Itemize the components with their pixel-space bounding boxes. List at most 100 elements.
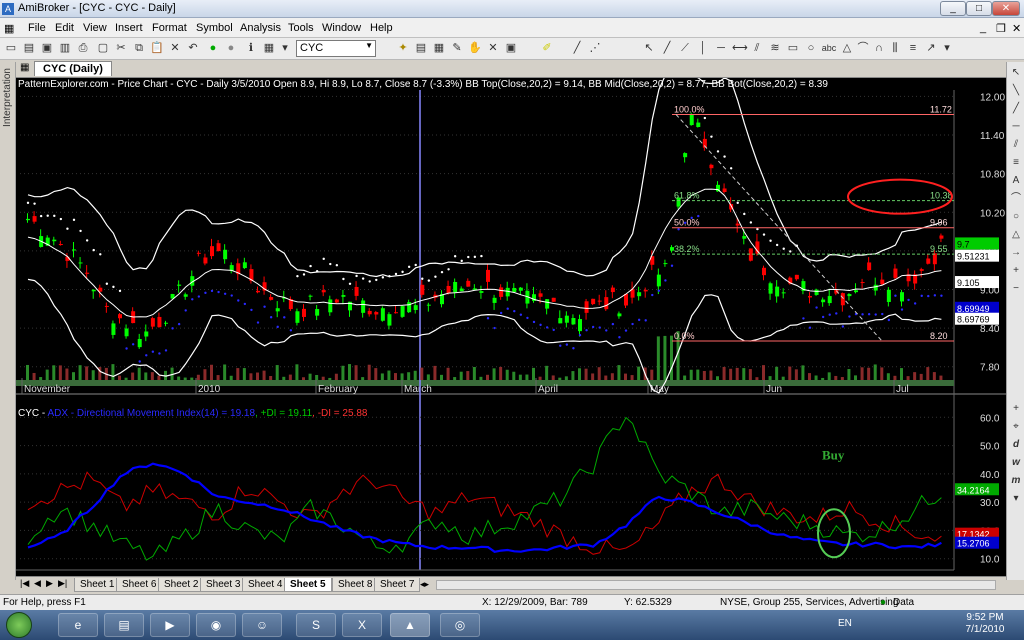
cursor-icon[interactable]: ↖: [1009, 66, 1023, 80]
zoom-out-icon[interactable]: −: [1009, 282, 1023, 296]
more-icon[interactable]: ▾: [1009, 492, 1023, 506]
ray-icon[interactable]: ⟋: [678, 41, 692, 55]
minimize-button[interactable]: _: [940, 1, 966, 16]
menu-symbol[interactable]: Symbol: [196, 22, 233, 34]
fib-icon[interactable]: ≡: [906, 41, 920, 55]
more-tools-icon[interactable]: ▾: [940, 41, 954, 55]
circle-icon[interactable]: ○: [1009, 210, 1023, 224]
close-button[interactable]: ✕: [992, 1, 1020, 16]
arc-icon[interactable]: ⌒: [856, 41, 870, 55]
sheet-tab-8[interactable]: Sheet 8: [332, 578, 379, 592]
triangle-icon[interactable]: △: [1009, 228, 1023, 242]
mdi-restore-button[interactable]: ❐: [996, 22, 1006, 35]
clock[interactable]: 9:52 PM 7/1/2010: [950, 612, 1020, 636]
parallel-icon[interactable]: ≋: [768, 41, 782, 55]
taskbar-amibroker-icon[interactable]: ▲: [390, 613, 430, 637]
sheet-tab-7[interactable]: Sheet 7: [374, 578, 421, 592]
taskbar-ie-icon[interactable]: e: [58, 613, 98, 637]
sheet-nav-prev-icon[interactable]: ◀: [34, 578, 41, 589]
arrow-line-icon[interactable]: ⟷: [732, 41, 748, 55]
menu-view[interactable]: View: [83, 22, 107, 34]
copy-icon[interactable]: ⧉: [132, 41, 146, 55]
delete-icon[interactable]: ✕: [168, 41, 182, 55]
lock-icon[interactable]: ▦: [262, 41, 276, 55]
line-icon[interactable]: ╲: [1009, 84, 1023, 98]
sheet-tab-6[interactable]: Sheet 6: [116, 578, 163, 592]
save-all-icon[interactable]: ▥: [58, 41, 72, 55]
open-icon[interactable]: ▤: [22, 41, 36, 55]
menu-format[interactable]: Format: [152, 22, 187, 34]
menu-window[interactable]: Window: [322, 22, 361, 34]
sheet-scroll-icon[interactable]: ◂▸: [420, 579, 429, 590]
text-tool-icon[interactable]: abc: [820, 41, 838, 55]
price-and-adx-chart[interactable]: 12.0011.4010.8010.209.609.008.407.80Nove…: [16, 78, 1006, 576]
menu-tools[interactable]: Tools: [288, 22, 314, 34]
interpretation-side-tab[interactable]: Interpretation: [0, 62, 16, 580]
back-icon[interactable]: ●: [224, 41, 238, 55]
sheet-tab-4[interactable]: Sheet 4: [242, 578, 289, 592]
mdi-close-button[interactable]: ✕: [1012, 22, 1021, 35]
maximize-button[interactable]: □: [966, 1, 992, 16]
sheet-nav-last-icon[interactable]: ▶|: [58, 578, 67, 589]
zoom-in-icon[interactable]: +: [1009, 264, 1023, 278]
horizontal-scrollbar[interactable]: [436, 580, 996, 590]
triangle-icon[interactable]: △: [840, 41, 854, 55]
sheet-tab-2[interactable]: Sheet 2: [158, 578, 205, 592]
new-icon[interactable]: ▭: [4, 41, 18, 55]
horizontal-line-icon[interactable]: ─: [714, 41, 728, 55]
weekly-icon[interactable]: w: [1009, 456, 1023, 470]
menu-analysis[interactable]: Analysis: [240, 22, 281, 34]
tab-cyc-daily[interactable]: CYC (Daily): [34, 61, 112, 76]
sheet-nav-first-icon[interactable]: |◀: [20, 578, 29, 589]
fib-icon[interactable]: ≡: [1009, 156, 1023, 170]
chart-area[interactable]: 12.0011.4010.8010.209.609.008.407.80Nove…: [16, 78, 1006, 576]
start-button[interactable]: [6, 612, 32, 638]
pen-icon[interactable]: ╱: [570, 41, 584, 55]
sheet-tab-3[interactable]: Sheet 3: [200, 578, 247, 592]
menu-insert[interactable]: Insert: [115, 22, 143, 34]
ellipse-icon[interactable]: ○: [804, 41, 818, 55]
analysis-icon[interactable]: ▤: [414, 41, 428, 55]
cycle-icon[interactable]: ∩: [872, 41, 886, 55]
horizontal-line-icon[interactable]: ─: [1009, 120, 1023, 134]
menu-help[interactable]: Help: [370, 22, 393, 34]
info-icon[interactable]: ℹ: [244, 41, 258, 55]
ray-icon[interactable]: ╱: [1009, 102, 1023, 116]
symbol-combobox[interactable]: CYC ▼: [296, 40, 376, 57]
print-icon[interactable]: ⎙: [76, 41, 90, 55]
trendline-icon[interactable]: ╱: [660, 41, 674, 55]
highlighter-icon[interactable]: ✐: [540, 41, 554, 55]
fib-timezone-icon[interactable]: ⫼: [888, 41, 902, 55]
taskbar-explorer-icon[interactable]: ▤: [104, 613, 144, 637]
save-icon[interactable]: ▣: [40, 41, 54, 55]
cut-icon[interactable]: ✂: [114, 41, 128, 55]
menu-file[interactable]: File: [28, 22, 46, 34]
menu-edit[interactable]: Edit: [55, 22, 74, 34]
forward-icon[interactable]: ●: [206, 41, 220, 55]
tools-icon[interactable]: ✕: [486, 41, 500, 55]
channel-icon[interactable]: ⫽: [750, 41, 764, 55]
taskbar-firefox-icon[interactable]: ◉: [196, 613, 236, 637]
chart-tool-icon[interactable]: ✦: [396, 41, 410, 55]
arrow-icon[interactable]: →: [1009, 246, 1023, 260]
snap-icon[interactable]: ⌖: [1009, 420, 1023, 434]
dashed-line-icon[interactable]: ⋰: [588, 41, 602, 55]
grid-icon[interactable]: ▦: [432, 41, 446, 55]
taskbar-skype-icon[interactable]: S: [296, 613, 336, 637]
script-icon[interactable]: ✎: [450, 41, 464, 55]
preview-icon[interactable]: ▢: [96, 41, 110, 55]
sheet-tab-1[interactable]: Sheet 1: [74, 578, 121, 592]
select-arrow-icon[interactable]: ↖: [642, 41, 656, 55]
taskbar-excel-icon[interactable]: X: [342, 613, 382, 637]
monthly-icon[interactable]: m: [1009, 474, 1023, 488]
paste-icon[interactable]: 📋: [150, 41, 164, 55]
dropdown-arrow-icon[interactable]: ▾: [278, 41, 292, 55]
sheet-tab-5[interactable]: Sheet 5: [284, 578, 332, 592]
taskbar-media-icon[interactable]: ▶: [150, 613, 190, 637]
hand-icon[interactable]: ✋: [468, 41, 482, 55]
arrow-icon[interactable]: ↗: [924, 41, 938, 55]
sheet-nav-next-icon[interactable]: ▶: [46, 578, 53, 589]
taskbar-messenger-icon[interactable]: ☺: [242, 613, 282, 637]
channel-icon[interactable]: ⫽: [1009, 138, 1023, 152]
mdi-minimize-button[interactable]: _: [980, 22, 986, 34]
